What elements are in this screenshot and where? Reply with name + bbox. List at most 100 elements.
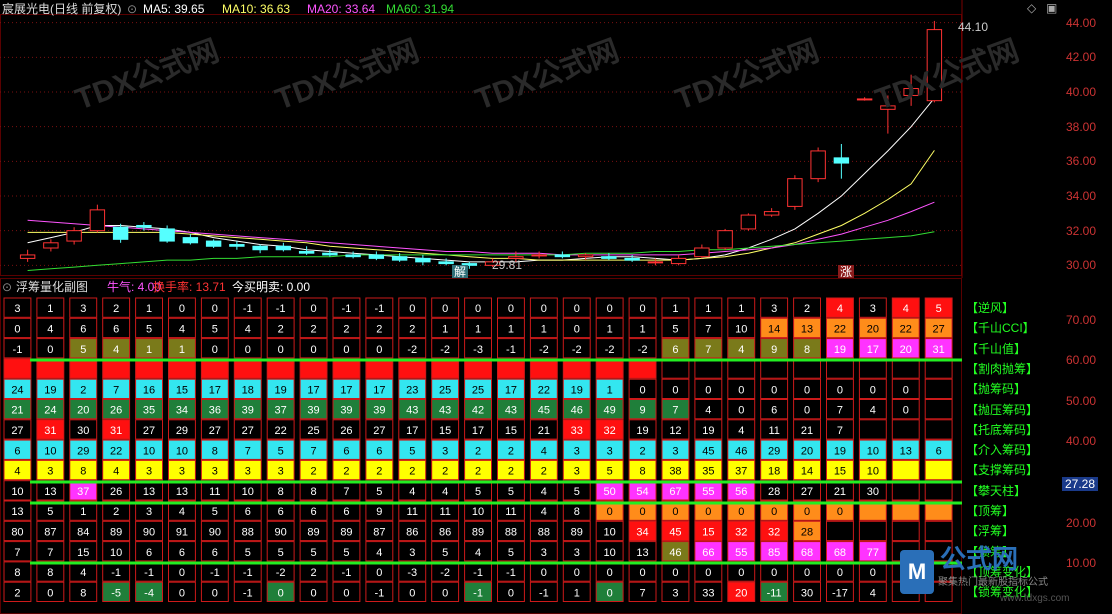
candle[interactable] <box>670 254 687 266</box>
candle[interactable] <box>554 251 571 259</box>
candle[interactable] <box>89 204 106 233</box>
candle[interactable] <box>694 244 710 259</box>
cell-攀天柱: 8 <box>266 480 295 501</box>
cell-value: 0 <box>409 587 415 599</box>
candle[interactable] <box>252 244 268 254</box>
cell-value: 86 <box>439 526 451 538</box>
candle[interactable] <box>19 249 36 262</box>
cell-攀天柱 <box>891 480 920 501</box>
cell-托底筹码: 25 <box>299 419 328 440</box>
candle[interactable] <box>182 234 199 245</box>
cell-value: 26 <box>340 425 352 437</box>
cell-千山值: 0 <box>233 338 262 359</box>
cell-value: 68 <box>834 547 846 559</box>
candle[interactable] <box>368 251 385 261</box>
candle[interactable] <box>787 175 803 210</box>
candle[interactable] <box>763 208 780 217</box>
cell-介入筹码: 5 <box>266 439 295 460</box>
cell-介入筹码: 3 <box>661 439 690 460</box>
row-label: 【逆风】 <box>966 301 1015 315</box>
cell-value: 2 <box>80 384 86 396</box>
cell-支撑筹码: 5 <box>595 459 624 481</box>
cell-顶筹变化: 4 <box>69 561 98 582</box>
cell-value: 46 <box>571 405 583 417</box>
cell-value: 14 <box>768 323 780 335</box>
cell-value: 0 <box>574 303 580 315</box>
cell-浮筹: 34 <box>628 520 657 542</box>
cell-抛筹码: 15 <box>168 378 196 399</box>
cell-介入筹码: 6 <box>3 439 32 460</box>
candle[interactable] <box>856 97 873 101</box>
candle[interactable] <box>531 251 547 259</box>
cell-锁筹: 5 <box>266 541 295 562</box>
cell-抛筹码: 0 <box>826 378 854 399</box>
cell-value: 27 <box>209 425 221 437</box>
cell-value: 31 <box>933 344 945 356</box>
cell-value: 7 <box>672 405 678 417</box>
cell-割肉抛筹 <box>891 358 920 379</box>
candle[interactable] <box>833 144 850 179</box>
cell-value: 0 <box>574 567 580 579</box>
cell-value: 0 <box>376 344 382 356</box>
cell-抛压筹码: 20 <box>69 399 98 420</box>
candle[interactable] <box>298 246 315 255</box>
badge-jie: 解 <box>452 265 469 279</box>
candle[interactable] <box>415 254 431 266</box>
cell-value: 6 <box>80 323 86 335</box>
cell-value: 0 <box>574 323 580 335</box>
cell-value: 19 <box>636 425 648 437</box>
cell-value: 43 <box>439 405 451 417</box>
candle[interactable] <box>624 254 640 262</box>
cell-value: 2 <box>475 466 481 478</box>
cell-千山值: 17 <box>858 338 887 359</box>
cell-千山CCI: 7 <box>694 317 723 339</box>
candle[interactable] <box>647 258 664 266</box>
candle[interactable] <box>43 239 59 252</box>
cell-value: 55 <box>735 547 747 559</box>
cell-value: 0 <box>310 303 316 315</box>
candle[interactable] <box>810 147 826 183</box>
cell-抛压筹码: 36 <box>200 399 229 420</box>
logo-text: 公式网 <box>940 544 1019 574</box>
cell-value: 0 <box>837 567 843 579</box>
cell-顶筹变化: 0 <box>562 561 591 582</box>
chevron-down-icon[interactable]: ⊙ <box>127 2 137 16</box>
candle[interactable] <box>601 253 617 261</box>
cell-千山CCI: 10 <box>727 317 756 339</box>
cell-千山CCI: 27 <box>924 317 953 339</box>
cell-托底筹码: 27 <box>3 419 32 440</box>
cell-value: 29 <box>768 445 780 457</box>
cell-千山值: 0 <box>299 338 328 359</box>
cell-value: 1 <box>574 587 580 599</box>
diamond-icon[interactable]: ◇ <box>1027 1 1036 15</box>
candle[interactable] <box>229 241 245 250</box>
cell-抛筹码: 24 <box>3 378 32 399</box>
cell-value: 15 <box>439 425 451 437</box>
cell-千山CCI: 20 <box>858 317 887 339</box>
cell-锁筹变化: 30 <box>793 581 821 603</box>
cell-value: 49 <box>604 405 616 417</box>
cell-锁筹: 85 <box>760 541 789 562</box>
collapse-icon[interactable]: ▣ <box>1046 1 1057 15</box>
cell-value: 2 <box>376 323 382 335</box>
cell-浮筹: 87 <box>36 520 65 542</box>
price-chart[interactable]: TDX公式网 TDX公式网 TDX公式网 TDX公式网 TDX公式网 <box>0 0 1112 278</box>
candle[interactable] <box>66 227 82 245</box>
candle[interactable] <box>717 228 733 250</box>
cell-value: 0 <box>376 567 382 579</box>
cell-千山值: -3 <box>464 338 493 359</box>
cell-千山CCI: 4 <box>233 317 262 339</box>
cell-介入筹码: 13 <box>891 439 920 460</box>
candle-body <box>298 250 315 254</box>
candle[interactable] <box>740 213 757 231</box>
cell-托底筹码: 32 <box>595 419 624 440</box>
cell-value: 13 <box>801 323 813 335</box>
cell-浮筹: 91 <box>168 520 196 542</box>
cell-攀天柱: 5 <box>365 480 394 501</box>
cell-value: -1 <box>506 567 516 579</box>
stock-title[interactable]: 宸展光电(日线 前复权) <box>2 2 121 16</box>
cell-value: 4 <box>738 344 744 356</box>
candle[interactable] <box>275 242 292 252</box>
candle[interactable] <box>205 239 222 248</box>
cell-逆风: 0 <box>595 297 624 318</box>
